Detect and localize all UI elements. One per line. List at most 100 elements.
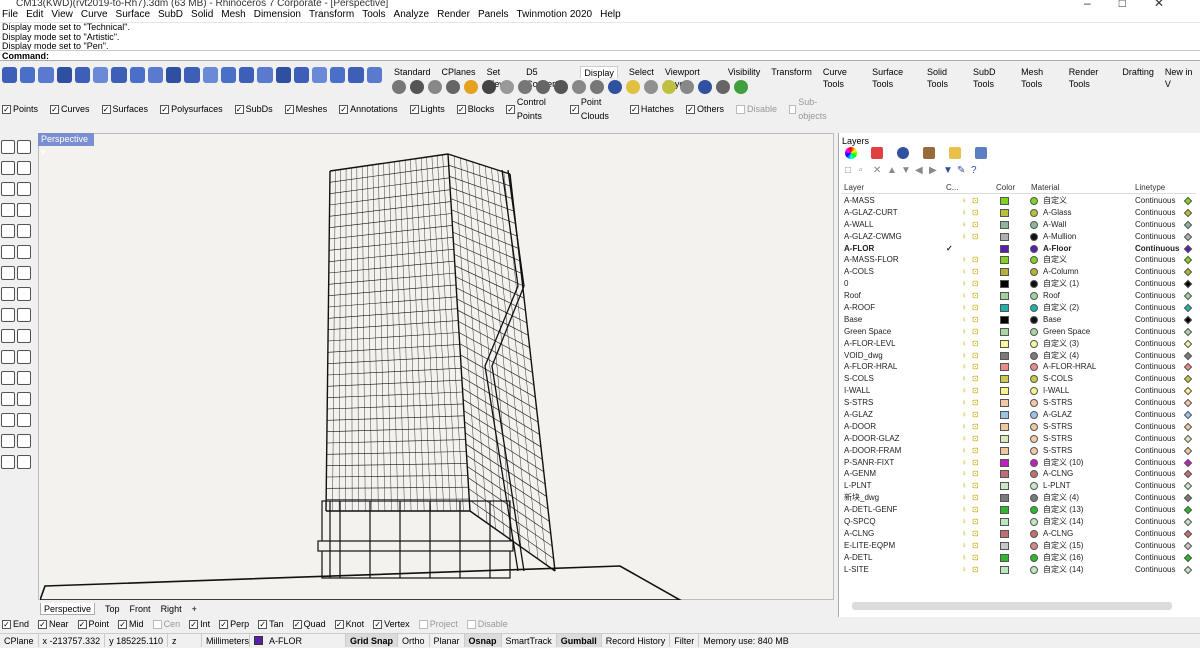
menu-item[interactable]: Dimension — [254, 8, 301, 22]
checkbox-icon[interactable]: ✓ — [235, 105, 244, 114]
lightbulb-icon[interactable]: ♀ — [961, 397, 967, 409]
material-sphere-icon[interactable] — [1030, 530, 1038, 538]
lightbulb-icon[interactable]: ♀ — [961, 540, 967, 552]
tool-icon[interactable] — [1, 371, 15, 385]
osnap-knot[interactable]: ✓Knot — [335, 618, 365, 630]
solid-tool-icon[interactable] — [130, 67, 145, 83]
layer-color-swatch[interactable] — [1000, 423, 1009, 431]
tab-viewport-layout[interactable]: Viewport Layout — [665, 66, 717, 78]
display-mode-icon[interactable] — [500, 80, 514, 94]
header-current[interactable]: C... — [946, 183, 958, 192]
material-sphere-icon[interactable] — [1030, 245, 1038, 253]
layer-linetype[interactable]: Continuous — [1135, 492, 1175, 504]
checkbox-icon[interactable]: ✓ — [160, 105, 169, 114]
display-mode-icon[interactable] — [554, 80, 568, 94]
tool-icon[interactable] — [1, 434, 15, 448]
layer-color-swatch[interactable] — [1000, 328, 1009, 336]
lock-icon[interactable]: ⊡ — [972, 350, 979, 362]
layer-linetype[interactable]: Continuous — [1135, 373, 1175, 385]
print-color-icon[interactable] — [1184, 304, 1192, 312]
layer-name[interactable]: L-PLNT — [844, 480, 944, 492]
material-sphere-icon[interactable] — [1030, 470, 1038, 478]
layer-color-swatch[interactable] — [1000, 470, 1009, 478]
tool-icon[interactable] — [17, 371, 31, 385]
material-sphere-icon[interactable] — [1030, 292, 1038, 300]
display-mode-icon[interactable] — [482, 80, 496, 94]
layer-linetype[interactable]: Continuous — [1135, 278, 1175, 290]
osnap-near[interactable]: ✓Near — [38, 618, 69, 630]
layer-row[interactable]: L-PLNT♀⊡L-PLNTContinuous — [841, 480, 1196, 492]
layer-name[interactable]: A-DOOR — [844, 421, 944, 433]
menu-item[interactable]: Surface — [116, 8, 150, 22]
toggle-ortho[interactable]: Ortho — [397, 634, 429, 647]
help-icon[interactable]: ? — [971, 166, 981, 176]
material-sphere-icon[interactable] — [1030, 280, 1038, 288]
filter-sub-objects[interactable]: Sub-objects — [789, 102, 834, 116]
tab-set-view[interactable]: Set View — [487, 66, 516, 78]
lock-icon[interactable]: ⊡ — [972, 528, 979, 540]
layer-linetype[interactable]: Continuous — [1135, 433, 1175, 445]
display-mode-icon[interactable] — [608, 80, 622, 94]
layer-linetype[interactable]: Continuous — [1135, 540, 1175, 552]
layer-row[interactable]: S-COLS♀⊡S-COLSContinuous — [841, 373, 1196, 385]
layer-name[interactable]: E-LITE-EQPM — [844, 540, 944, 552]
material-sphere-icon[interactable] — [1030, 304, 1038, 312]
menu-item[interactable]: Curve — [81, 8, 108, 22]
checkbox-icon[interactable]: ✓ — [410, 105, 419, 114]
layer-name[interactable]: 新块_dwg — [844, 492, 944, 504]
layer-row[interactable]: A-DOOR-FRAM♀⊡S-STRSContinuous — [841, 445, 1196, 457]
layer-name[interactable]: A-GLAZ — [844, 409, 944, 421]
print-color-icon[interactable] — [1184, 292, 1192, 300]
print-color-icon[interactable] — [1184, 209, 1192, 217]
tool-icon[interactable] — [1, 203, 15, 217]
print-color-icon[interactable] — [1184, 363, 1192, 371]
checkbox-icon[interactable]: ✓ — [686, 105, 695, 114]
display-mode-icon[interactable] — [518, 80, 532, 94]
solid-tool-icon[interactable] — [38, 67, 53, 83]
tool-icon[interactable] — [17, 245, 31, 259]
layer-name[interactable]: A-ROOF — [844, 302, 944, 314]
layer-row[interactable]: A-FLOR-LEVL♀⊡自定义 (3)Continuous — [841, 338, 1196, 350]
tool-icon[interactable] — [17, 413, 31, 427]
print-color-icon[interactable] — [1184, 221, 1192, 229]
lock-icon[interactable]: ⊡ — [972, 433, 979, 445]
checkbox-icon[interactable]: ✓ — [258, 620, 267, 629]
layer-row[interactable]: Green Space♀⊡Green SpaceContinuous — [841, 326, 1196, 338]
solid-tool-icon[interactable] — [75, 67, 90, 83]
tool-icon[interactable] — [17, 392, 31, 406]
layer-color-swatch[interactable] — [1000, 256, 1009, 264]
print-color-icon[interactable] — [1184, 387, 1192, 395]
solid-tool-icon[interactable] — [348, 67, 363, 83]
layer-linetype[interactable]: Continuous — [1135, 254, 1175, 266]
tab-mesh-tools[interactable]: Mesh Tools — [1021, 66, 1058, 78]
lock-icon[interactable]: ⊡ — [972, 302, 979, 314]
layer-name[interactable]: 0 — [844, 278, 944, 290]
layer-row[interactable]: A-FLOR✓A-FloorContinuous — [841, 243, 1196, 255]
layer-linetype[interactable]: Continuous — [1135, 361, 1175, 373]
move-in-icon[interactable]: ▶ — [929, 166, 939, 176]
solid-tool-icon[interactable] — [276, 67, 291, 83]
layer-name[interactable]: A-GLAZ-CWMG — [844, 231, 944, 243]
lightbulb-icon[interactable]: ♀ — [961, 433, 967, 445]
tool-icon[interactable] — [17, 434, 31, 448]
tab-select[interactable]: Select — [629, 66, 654, 78]
lightbulb-icon[interactable]: ♀ — [961, 528, 967, 540]
menu-item[interactable]: Transform — [309, 8, 354, 22]
layer-row[interactable]: S-STRS♀⊡S-STRSContinuous — [841, 397, 1196, 409]
lock-icon[interactable]: ⊡ — [972, 254, 979, 266]
tool-icon[interactable] — [1, 140, 15, 154]
display-mode-icon[interactable] — [734, 80, 748, 94]
solid-tool-icon[interactable] — [239, 67, 254, 83]
layer-linetype[interactable]: Continuous — [1135, 231, 1175, 243]
solid-tool-icon[interactable] — [2, 67, 17, 83]
lightbulb-icon[interactable]: ♀ — [961, 326, 967, 338]
layer-name[interactable]: A-FLOR-HRAL — [844, 361, 944, 373]
layer-linetype[interactable]: Continuous — [1135, 302, 1175, 314]
layer-name[interactable]: Base — [844, 314, 944, 326]
layer-linetype[interactable]: Continuous — [1135, 468, 1175, 480]
display-mode-icon[interactable] — [428, 80, 442, 94]
osnap-disable[interactable]: Disable — [467, 618, 508, 630]
layer-color-swatch[interactable] — [1000, 197, 1009, 205]
viewport-tab-top[interactable]: Top — [105, 603, 120, 615]
lock-icon[interactable]: ⊡ — [972, 219, 979, 231]
